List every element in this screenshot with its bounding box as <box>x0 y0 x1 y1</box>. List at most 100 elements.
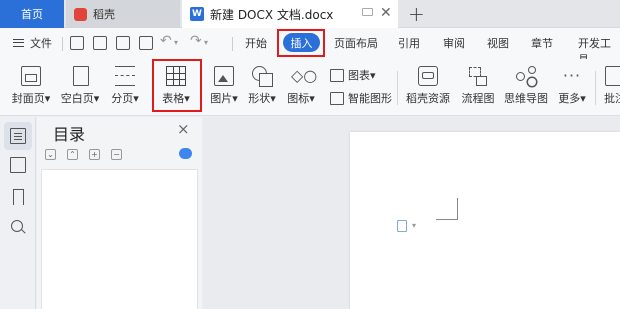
tab-start[interactable]: 开始 <box>245 35 267 51</box>
tab-page-layout[interactable]: 页面布局 <box>334 35 378 51</box>
more-icon: ··· <box>562 66 582 85</box>
picture-icon <box>214 66 234 86</box>
flowchart-label: 流程图 <box>461 92 495 105</box>
save-icon[interactable] <box>70 36 84 50</box>
tab-review[interactable]: 审阅 <box>443 35 465 51</box>
export-pdf-icon[interactable] <box>93 36 107 50</box>
chart-button[interactable]: 图表 ▾ <box>330 67 376 83</box>
insert-toolbar: 封面页▾ 空白页▾ 分页▾ 表格▾ 图片▾ 形状▾ ◇○ 图标▾ 图表 ▾ 智能图… <box>0 59 620 116</box>
print-preview-icon[interactable] <box>139 36 153 50</box>
smart-art-icon <box>330 91 344 105</box>
smart-art-label: 智能图形 <box>348 92 392 105</box>
floating-doc-icon[interactable] <box>397 220 407 232</box>
chart-icon <box>330 68 344 82</box>
comment-label: 批注 <box>604 92 620 105</box>
blank-page-icon <box>73 66 89 86</box>
icon-library-icon: ◇○ <box>291 66 318 85</box>
hamburger-icon[interactable] <box>13 39 24 47</box>
monitor-icon[interactable] <box>362 8 373 16</box>
folder-icon[interactable] <box>10 157 26 173</box>
highlight-box-table-button <box>152 59 202 112</box>
dropdown-arrow: ▾ <box>370 68 376 82</box>
dropdown-arrow: ▾ <box>232 92 238 105</box>
tab-bar: 首页 稻壳 W 新建 DOCX 文档.docx ✕ + <box>0 0 620 28</box>
tab-document-title: 新建 DOCX 文档.docx <box>210 7 334 22</box>
expand-icon[interactable]: ⌃ <box>67 149 78 160</box>
menu-row: 文件 ↶ ▾ ↷ ▾ 开始 插入 页面布局 引用 审阅 视图 章节 开发工具 <box>0 28 620 66</box>
divider <box>595 71 596 105</box>
smart-art-button[interactable]: 智能图形 <box>330 90 392 106</box>
tab-view[interactable]: 视图 <box>487 35 509 51</box>
tab-daoke-label: 稻壳 <box>93 8 115 21</box>
dropdown-arrow: ▾ <box>270 92 276 105</box>
picture-label: 图片 <box>210 92 233 105</box>
collapse-icon[interactable]: ⌄ <box>45 149 56 160</box>
dropdown-arrow: ▾ <box>309 92 315 105</box>
daoke-resources-label: 稻壳资源 <box>406 92 450 105</box>
comment-icon <box>605 66 620 86</box>
mindmap-button[interactable]: 思维导图 <box>503 59 549 115</box>
file-menu-button[interactable]: 文件 <box>30 35 52 51</box>
toc-panel: 目录 × ⌄ ⌃ + − <box>37 117 202 309</box>
store-icon <box>418 66 438 86</box>
shape-icon <box>252 66 273 87</box>
blank-page-label: 空白页 <box>60 92 94 105</box>
tab-references[interactable]: 引用 <box>398 35 420 51</box>
tab-home[interactable]: 首页 <box>0 0 64 28</box>
cover-page-button[interactable]: 封面页▾ <box>8 59 54 115</box>
flowchart-button[interactable]: 流程图 <box>459 59 497 115</box>
word-doc-icon: W <box>190 7 204 21</box>
navigation-strip <box>0 117 36 309</box>
toc-list[interactable] <box>41 169 198 309</box>
document-canvas: ▾ <box>203 117 620 309</box>
page-break-icon <box>115 66 135 86</box>
shape-label: 形状 <box>248 92 271 105</box>
document-page[interactable] <box>350 132 620 309</box>
more-label: 更多 <box>558 92 581 105</box>
daoke-resources-button[interactable]: 稻壳资源 <box>404 59 452 115</box>
mindmap-label: 思维导图 <box>504 92 548 105</box>
close-icon[interactable]: × <box>177 120 190 138</box>
daoke-logo-icon <box>74 7 87 21</box>
add-tab-button[interactable]: + <box>408 2 425 26</box>
remove-level-icon[interactable]: − <box>111 149 122 160</box>
margin-corner-mark <box>436 198 458 220</box>
bookmark-icon[interactable] <box>13 189 24 205</box>
dropdown-arrow: ▾ <box>580 92 586 105</box>
divider <box>62 37 63 51</box>
dropdown-arrow[interactable]: ▾ <box>412 221 416 230</box>
chart-label: 图表 <box>348 69 370 82</box>
highlight-box-insert-tab <box>277 29 325 57</box>
page-break-button[interactable]: 分页▾ <box>106 59 144 115</box>
icon-label: 图标 <box>287 92 310 105</box>
shape-button[interactable]: 形状▾ <box>245 59 279 115</box>
undo-dropdown-icon[interactable]: ▾ <box>174 38 178 47</box>
toc-title: 目录 <box>53 125 86 144</box>
divider <box>232 37 233 51</box>
dropdown-arrow: ▾ <box>93 92 100 105</box>
ai-assistant-icon[interactable] <box>179 148 192 159</box>
comment-button[interactable]: 批注 <box>600 59 620 115</box>
more-button[interactable]: ··· 更多▾ <box>555 59 589 115</box>
add-level-icon[interactable]: + <box>89 149 100 160</box>
tab-daoke[interactable]: 稻壳 <box>66 0 180 28</box>
redo-dropdown-icon[interactable]: ▾ <box>204 38 208 47</box>
cover-page-label: 封面页 <box>11 92 45 105</box>
mindmap-icon <box>516 66 536 86</box>
flowchart-icon <box>468 66 488 86</box>
print-icon[interactable] <box>116 36 130 50</box>
picture-button[interactable]: 图片▾ <box>207 59 241 115</box>
redo-icon[interactable]: ↷ <box>190 33 202 49</box>
page-break-label: 分页 <box>111 92 134 105</box>
divider <box>397 71 398 105</box>
toc-icon[interactable] <box>10 128 26 144</box>
search-icon[interactable] <box>10 219 26 235</box>
tab-home-label: 首页 <box>21 8 43 21</box>
undo-icon[interactable]: ↶ <box>160 33 172 49</box>
close-tab-icon[interactable]: ✕ <box>380 5 392 21</box>
tab-section[interactable]: 章节 <box>531 35 553 51</box>
icon-button[interactable]: ◇○ 图标▾ <box>284 59 318 115</box>
dropdown-arrow: ▾ <box>44 92 51 105</box>
blank-page-button[interactable]: 空白页▾ <box>58 59 102 115</box>
cover-page-icon <box>21 66 41 86</box>
